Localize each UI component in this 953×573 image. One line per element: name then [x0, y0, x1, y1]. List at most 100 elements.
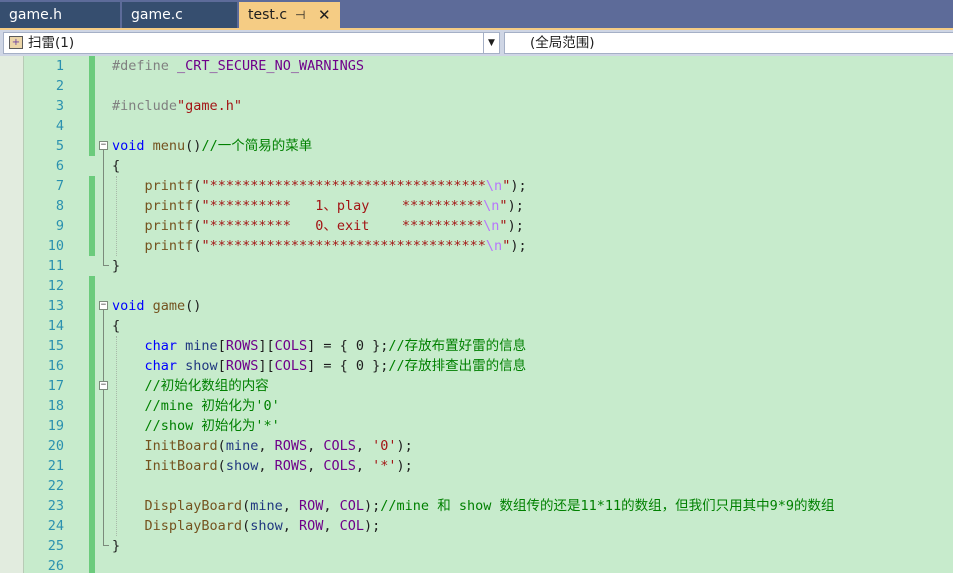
code-text: InitBoard(mine, ROWS, COLS, '0');	[112, 436, 413, 456]
code-text: char show[ROWS][COLS] = { 0 };//存放排查出雷的信…	[112, 356, 527, 376]
code-token: ,	[282, 518, 299, 534]
tab-game-h[interactable]: game.h	[0, 2, 120, 28]
code-line[interactable]: 18 //mine 初始化为'0'	[0, 396, 953, 416]
line-number: 13	[47, 298, 64, 314]
code-token: DisplayBoard	[144, 518, 243, 534]
code-token: ROW	[298, 498, 324, 514]
line-number: 5	[55, 138, 64, 154]
code-token: ][	[258, 358, 275, 374]
code-token: printf	[144, 178, 194, 194]
code-token: ,	[307, 458, 324, 474]
tab-test-c[interactable]: test.c ⊣ ✕	[239, 2, 340, 28]
code-line[interactable]: 25}	[0, 536, 953, 556]
code-editor[interactable]: − − − 1 #define _CRT_SECURE_NO_WARNINGS 2 3…	[0, 56, 953, 573]
code-token: );	[364, 518, 381, 534]
code-token: "********** 1、play **********	[201, 198, 484, 214]
code-token: ,	[355, 458, 373, 474]
code-line[interactable]: 24 DisplayBoard(show, ROW, COL);	[0, 516, 953, 536]
code-token: \n	[483, 198, 500, 214]
change-marker	[89, 456, 95, 476]
code-line[interactable]: 13 void game()	[0, 296, 953, 316]
code-token: printf	[144, 238, 194, 254]
change-marker	[89, 556, 95, 573]
line-number: 10	[47, 238, 64, 254]
code-token: ROWS	[225, 358, 259, 374]
code-line[interactable]: 5 void menu()//一个简易的菜单	[0, 136, 953, 156]
code-token: '*'	[372, 458, 397, 474]
code-line[interactable]: 19 //show 初始化为'*'	[0, 416, 953, 436]
code-line[interactable]: 16 char show[ROWS][COLS] = { 0 };//存放排查出…	[0, 356, 953, 376]
code-line[interactable]: 3 #include"game.h"	[0, 96, 953, 116]
code-line[interactable]: 10 printf("*****************************…	[0, 236, 953, 256]
project-icon: +	[9, 36, 23, 49]
project-scope-dropdown[interactable]: + 扫雷(1) ▼	[3, 32, 500, 54]
code-token: ,	[323, 498, 340, 514]
code-line[interactable]: 6{	[0, 156, 953, 176]
code-text: {	[112, 156, 120, 176]
line-number: 26	[47, 558, 64, 573]
code-text: }	[112, 256, 120, 276]
code-text: char mine[ROWS][COLS] = { 0 };//存放布置好雷的信…	[112, 336, 527, 356]
code-line[interactable]: 2	[0, 76, 953, 96]
change-marker	[89, 536, 95, 556]
chevron-down-icon[interactable]: ▼	[483, 33, 499, 53]
code-token: ] = { 0 };	[307, 358, 389, 374]
code-line[interactable]: 7 printf("******************************…	[0, 176, 953, 196]
code-line[interactable]: 26	[0, 556, 953, 573]
close-icon[interactable]: ✕	[318, 2, 331, 28]
code-token: '0'	[372, 438, 397, 454]
code-token: ()	[185, 298, 202, 314]
code-line[interactable]: 15 char mine[ROWS][COLS] = { 0 };//存放布置好…	[0, 336, 953, 356]
code-token: {	[112, 318, 121, 334]
code-line[interactable]: 4	[0, 116, 953, 136]
code-text: }	[112, 536, 120, 556]
line-number: 22	[47, 478, 64, 494]
code-token: COLS	[274, 358, 308, 374]
code-token: "**********************************	[201, 178, 486, 194]
code-line[interactable]: 20 InitBoard(mine, ROWS, COLS, '0');	[0, 436, 953, 456]
code-token: InitBoard	[144, 438, 218, 454]
tab-game-c[interactable]: game.c	[122, 2, 237, 28]
change-marker	[89, 416, 95, 436]
code-line[interactable]: 23 DisplayBoard(mine, ROW, COL);//mine 和…	[0, 496, 953, 516]
change-marker	[89, 116, 95, 136]
code-line[interactable]: 1 #define _CRT_SECURE_NO_WARNINGS	[0, 56, 953, 76]
code-token: ROWS	[274, 438, 308, 454]
line-number: 9	[55, 218, 64, 234]
code-line[interactable]: 22	[0, 476, 953, 496]
code-token: );	[510, 178, 527, 194]
member-scope-dropdown[interactable]: (全局范围)	[504, 32, 953, 54]
line-number: 19	[47, 418, 64, 434]
code-token: ,	[258, 438, 275, 454]
code-token: COLS	[323, 438, 356, 454]
code-line[interactable]: 9 printf("********** 0、exit **********\n…	[0, 216, 953, 236]
code-token: );	[396, 458, 413, 474]
code-token: }	[112, 538, 121, 554]
line-number: 2	[55, 78, 64, 94]
code-token: ] = { 0 };	[307, 338, 389, 354]
code-line[interactable]: 17 //初始化数组的内容	[0, 376, 953, 396]
code-line[interactable]: 14 {	[0, 316, 953, 336]
code-text: InitBoard(show, ROWS, COLS, '*');	[112, 456, 413, 476]
code-token: //mine 和 show 数组传的还是11*11的数组，但我们只用其中9*9的…	[380, 498, 835, 514]
code-line[interactable]: 12	[0, 276, 953, 296]
tab-label: test.c	[248, 7, 288, 23]
code-text: printf("********** 1、play **********\n")…	[112, 196, 524, 216]
code-token: //mine 初始化为'0'	[144, 398, 280, 414]
code-line[interactable]: 8 printf("********** 1、play **********\n…	[0, 196, 953, 216]
code-line[interactable]: 21 InitBoard(show, ROWS, COLS, '*');	[0, 456, 953, 476]
code-text: DisplayBoard(mine, ROW, COL);//mine 和 sh…	[112, 496, 835, 516]
change-marker	[89, 516, 95, 536]
pin-icon[interactable]: ⊣	[295, 2, 305, 28]
code-line[interactable]: 11}	[0, 256, 953, 276]
line-number: 14	[47, 318, 64, 334]
code-token: ,	[355, 438, 373, 454]
code-token: #define	[112, 58, 178, 74]
